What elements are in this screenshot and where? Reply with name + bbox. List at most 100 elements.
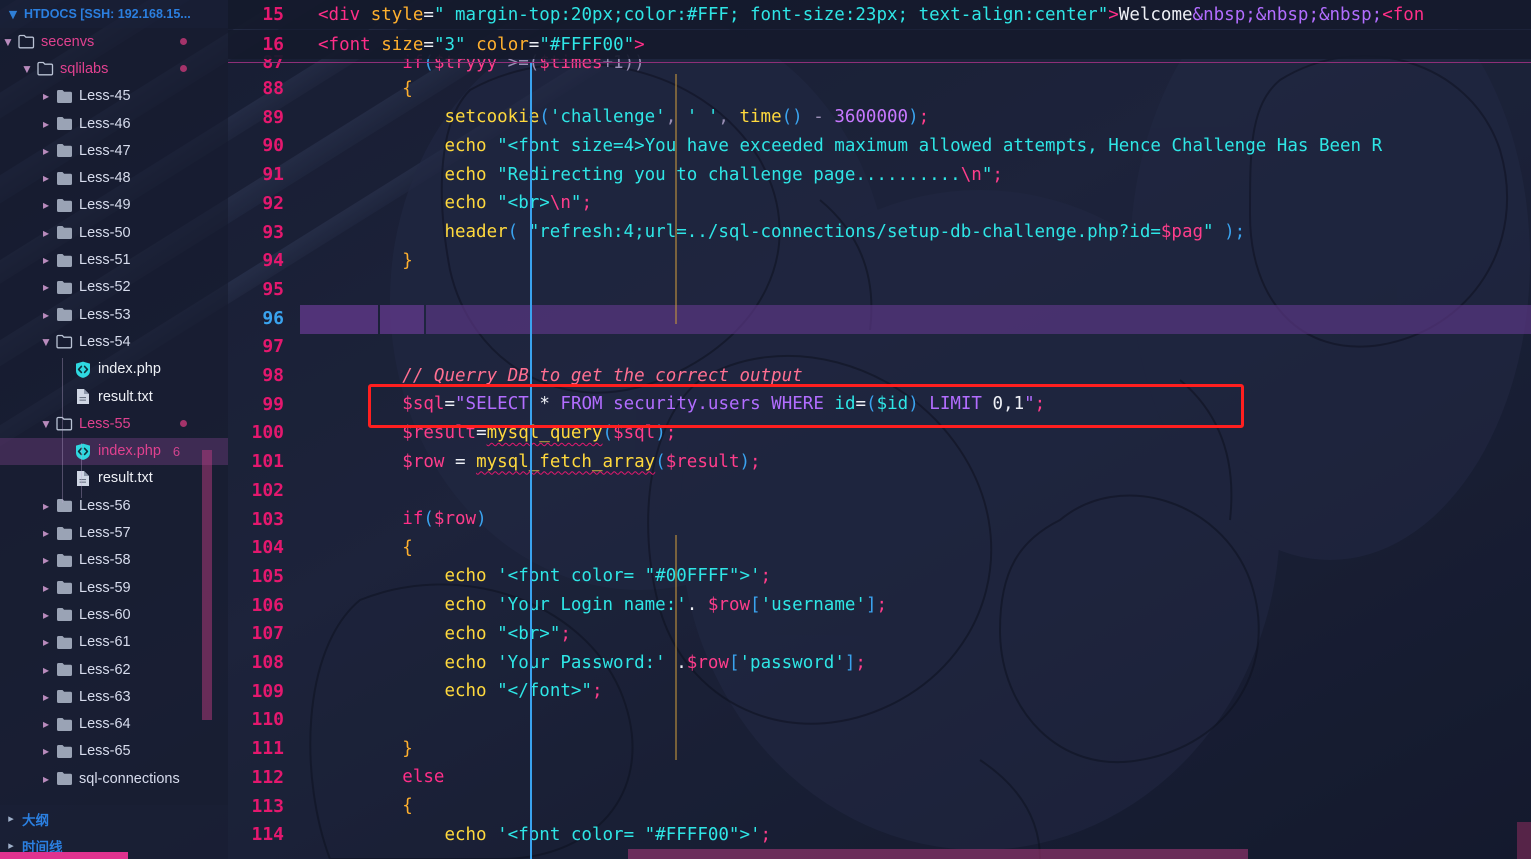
code-line-text[interactable]: echo "<font size=4>You have exceeded max… [300,136,1531,156]
tree-item[interactable]: ▸ sql-connections [0,765,228,792]
code-line[interactable]: 114 echo '<font color= "#FFFF00">'; [228,820,1531,849]
chevron-down-icon[interactable]: ▼ [19,63,35,75]
code-line-text[interactable]: $row = mysql_fetch_array($result); [300,452,1531,472]
code-line[interactable]: 89 setcookie('challenge', ' ', time() - … [228,103,1531,132]
tree-item[interactable]: ▸ Less-49 [0,192,228,219]
code-line[interactable]: 103 if($row) [228,505,1531,534]
code-line[interactable]: 109 echo "</font>"; [228,677,1531,706]
code-line[interactable]: 102 [228,476,1531,505]
chevron-right-icon[interactable]: ▸ [38,745,54,757]
code-line-text[interactable]: } [300,739,1531,759]
code-line-text[interactable]: { [300,79,1531,99]
chevron-right-icon[interactable]: ▸ [0,839,22,852]
code-line[interactable]: 16 <font size="3" color="#FFFF00"> [228,30,1531,59]
tree-item[interactable]: ▸ Less-50 [0,219,228,246]
code-line-text[interactable]: { [300,538,1531,558]
code-line[interactable]: 106 echo 'Your Login name:'. $row['usern… [228,591,1531,620]
tree-item[interactable]: index.php [0,356,228,383]
chevron-right-icon[interactable]: ▸ [38,227,54,239]
tree-item[interactable]: ▸ Less-47 [0,137,228,164]
chevron-right-icon[interactable]: ▸ [38,609,54,621]
code-line[interactable]: 111 } [228,734,1531,763]
tree-item[interactable]: ▼ secenvs [0,28,228,55]
tree-item[interactable]: ▼ sqlilabs [0,55,228,82]
code-line[interactable]: 100 $result=mysql_query($sql); [228,418,1531,447]
chevron-right-icon[interactable]: ▸ [38,172,54,184]
chevron-down-icon[interactable]: ▼ [38,336,54,348]
code-line[interactable]: 112 else [228,763,1531,792]
code-line[interactable]: 105 echo '<font color= "#00FFFF">'; [228,562,1531,591]
code-line[interactable]: 98 // Querry DB to get the correct outpu… [228,361,1531,390]
code-line-text[interactable]: echo "</font>"; [300,681,1531,701]
code-line[interactable]: 99 $sql="SELECT * FROM security.users WH… [228,390,1531,419]
code-line[interactable]: 93 header( "refresh:4;url=../sql-connect… [228,218,1531,247]
chevron-right-icon[interactable]: ▸ [38,90,54,102]
tree-item[interactable]: ▸ Less-59 [0,574,228,601]
sidebar-vertical-scrollbar[interactable] [202,450,212,720]
chevron-right-icon[interactable]: ▸ [38,582,54,594]
sidebar-panel-outline[interactable]: ▸ 大纲 [0,805,228,832]
code-editor[interactable]: 87 if($tryyy >=($times+1))88 {89 setcook… [228,0,1531,859]
code-line-text[interactable]: echo '<font color= "#00FFFF">'; [300,566,1531,586]
tree-item[interactable]: ▸ Less-60 [0,601,228,628]
tree-item[interactable]: ▼ Less-54 [0,328,228,355]
chevron-right-icon[interactable]: ▸ [38,554,54,566]
code-line[interactable]: 110 [228,705,1531,734]
tree-item-selected[interactable]: index.php 6 [0,437,228,465]
tree-item[interactable]: ▸ Less-53 [0,301,228,328]
chevron-right-icon[interactable]: ▸ [0,812,22,825]
code-line[interactable]: 94 } [228,246,1531,275]
code-line-text[interactable]: echo "<br>\n"; [300,193,1531,213]
chevron-right-icon[interactable]: ▸ [38,527,54,539]
code-line[interactable]: 113 { [228,792,1531,821]
code-line-text[interactable]: header( "refresh:4;url=../sql-connection… [300,222,1531,242]
code-line-text[interactable]: else [300,767,1531,787]
tree-item[interactable]: ▸ Less-52 [0,274,228,301]
code-line[interactable]: 108 echo 'Your Password:' .$row['passwor… [228,648,1531,677]
tree-item[interactable]: ▸ Less-64 [0,711,228,738]
code-line-text[interactable]: echo "<br>"; [300,624,1531,644]
code-line[interactable]: 104 { [228,533,1531,562]
code-line-text[interactable]: echo 'Your Login name:'. $row['username'… [300,595,1531,615]
code-line-text[interactable]: $result=mysql_query($sql); [300,423,1531,443]
chevron-right-icon[interactable]: ▸ [38,309,54,321]
tree-item[interactable]: ▸ Less-45 [0,83,228,110]
code-line[interactable]: 107 echo "<br>"; [228,619,1531,648]
tree-item[interactable]: result.txt [0,383,228,410]
code-line[interactable]: 15 <div style=" margin-top:20px;color:#FF… [228,0,1531,29]
chevron-right-icon[interactable]: ▸ [38,773,54,785]
chevron-right-icon[interactable]: ▸ [38,145,54,157]
tree-item[interactable]: ▸ Less-63 [0,683,228,710]
code-line-text[interactable]: echo 'Your Password:' .$row['password']; [300,653,1531,673]
code-line-text[interactable]: { [300,796,1531,816]
code-line[interactable]: 97 [228,332,1531,361]
file-tree[interactable]: ▼ secenvs ▼ sqlilabs ▸ Less-45 ▸ Less-46 ▸ Less-4… [0,28,228,805]
chevron-right-icon[interactable]: ▸ [38,199,54,211]
code-line-text[interactable]: echo '<font color= "#FFFF00">'; [300,825,1531,845]
chevron-right-icon[interactable]: ▸ [38,636,54,648]
editor-vertical-scrollbar[interactable] [1517,822,1531,859]
code-line[interactable]: 91 echo "Redirecting you to challenge pa… [228,160,1531,189]
chevron-right-icon[interactable]: ▸ [38,118,54,130]
code-line[interactable]: 95 [228,275,1531,304]
editor-horizontal-scrollbar[interactable] [628,849,1248,859]
chevron-down-icon[interactable]: ▼ [6,9,20,20]
tree-item[interactable]: ▸ Less-48 [0,165,228,192]
code-line-text[interactable]: if($row) [300,509,1531,529]
code-line[interactable]: 92 echo "<br>\n"; [228,189,1531,218]
code-lines-container[interactable]: 87 if($tryyy >=($times+1))88 {89 setcook… [228,0,1531,859]
tree-item[interactable]: result.txt [0,465,228,492]
code-line-text[interactable]: echo "Redirecting you to challenge page.… [300,165,1531,185]
tree-item[interactable]: ▸ Less-56 [0,492,228,519]
tree-item[interactable]: ▼ Less-55 [0,410,228,437]
code-line-text[interactable]: setcookie('challenge', ' ', time() - 360… [300,107,1531,127]
code-line-text[interactable]: <font size="3" color="#FFFF00"> [300,35,1531,55]
tree-item[interactable]: ▸ Less-51 [0,246,228,273]
code-line-text[interactable]: } [300,251,1531,271]
chevron-right-icon[interactable]: ▸ [38,281,54,293]
explorer-root-header[interactable]: ▼ HTDOCS [SSH: 192.168.15... [0,0,228,28]
code-line[interactable]: 90 echo "<font size=4>You have exceeded … [228,131,1531,160]
chevron-right-icon[interactable]: ▸ [38,664,54,676]
chevron-right-icon[interactable]: ▸ [38,500,54,512]
sidebar-horizontal-scrollbar[interactable] [0,852,128,859]
